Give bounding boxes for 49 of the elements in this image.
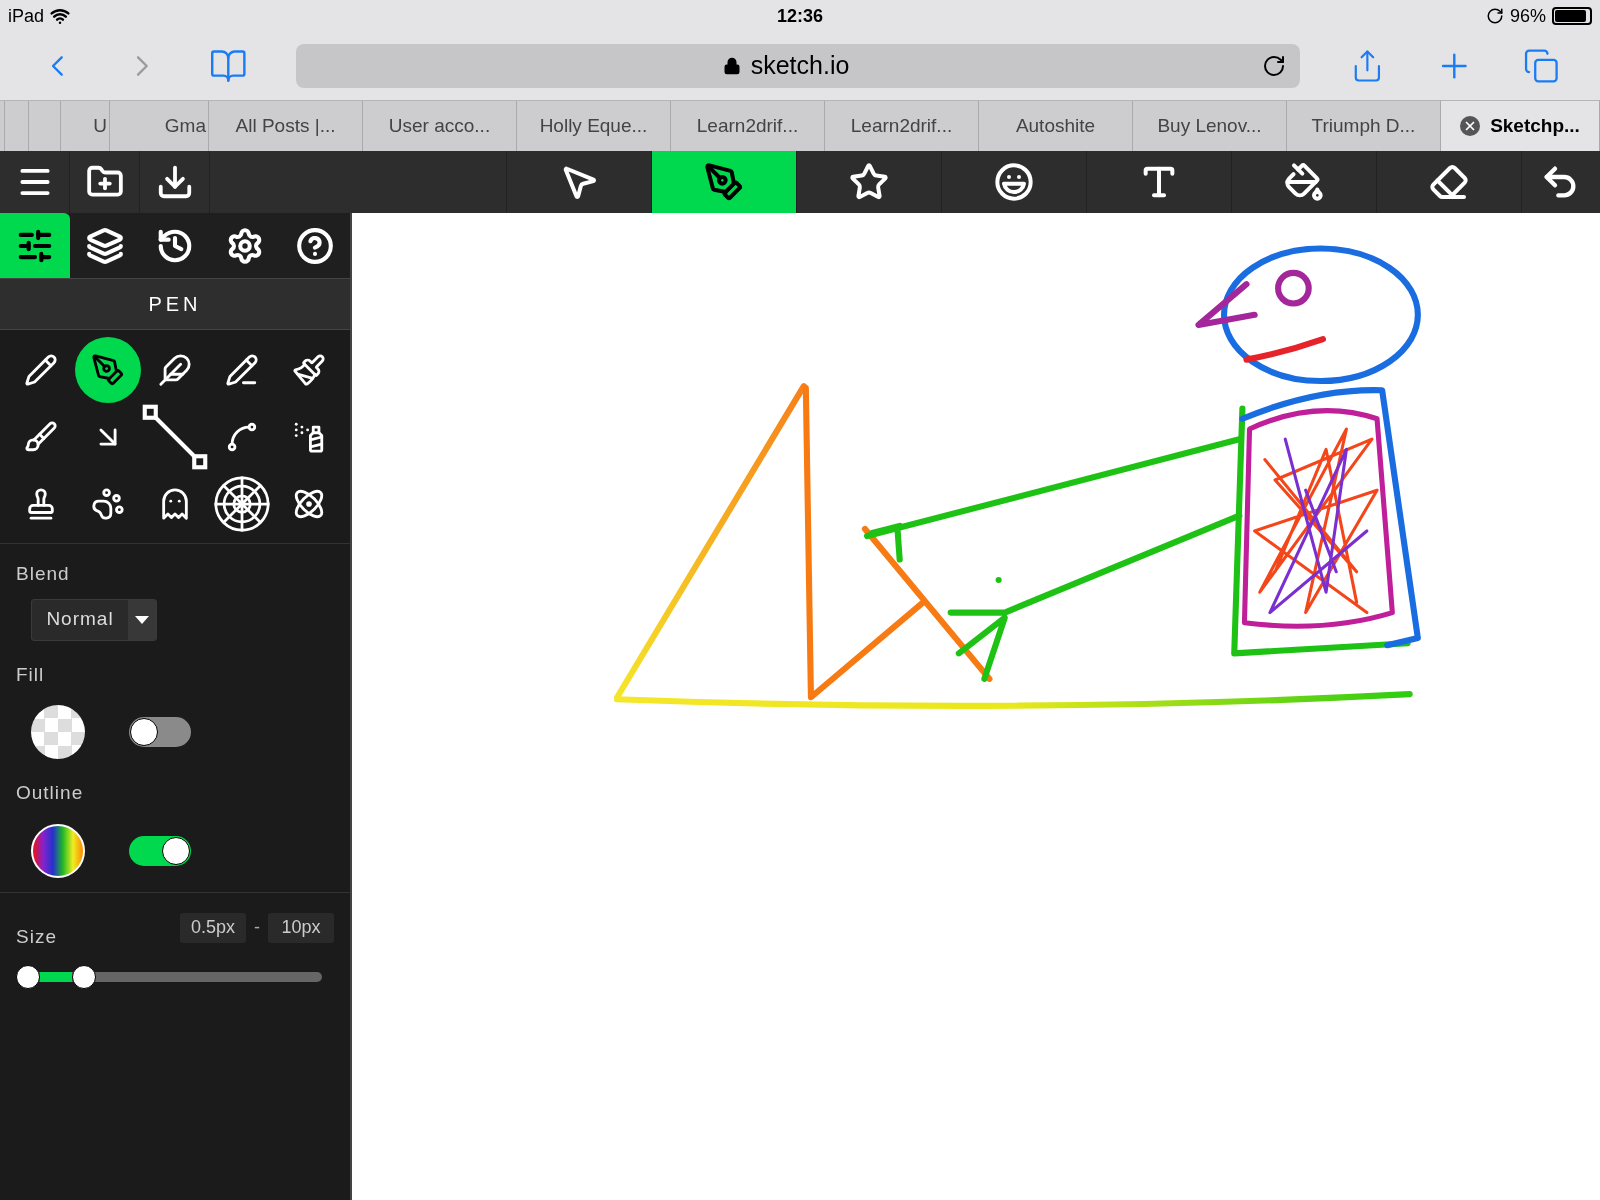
crayon-icon xyxy=(224,352,259,387)
wifi-icon xyxy=(50,6,71,26)
close-tab-icon[interactable] xyxy=(1460,116,1481,136)
clock: 12:36 xyxy=(776,4,823,28)
blend-dropdown[interactable]: Normal xyxy=(31,598,157,641)
browser-tab[interactable]: Sketchp... xyxy=(1441,101,1600,151)
size-range-fill xyxy=(40,972,72,982)
grin-face-icon xyxy=(994,162,1034,202)
settings-icon xyxy=(226,226,264,265)
pencil-icon xyxy=(24,352,59,387)
address-bar[interactable]: sketch.io xyxy=(296,44,1301,88)
help-icon xyxy=(296,226,334,265)
slider-thumb[interactable] xyxy=(71,965,96,989)
caret-icon xyxy=(135,615,149,624)
toggle-switch[interactable] xyxy=(129,835,191,866)
tool-button[interactable] xyxy=(652,151,797,213)
lock-icon xyxy=(722,57,741,75)
slider-thumb[interactable] xyxy=(16,965,40,989)
star-icon xyxy=(849,162,889,202)
rotation-lock-icon xyxy=(1485,7,1504,25)
toggle-switch[interactable] xyxy=(129,717,191,747)
layers-icon xyxy=(86,226,124,265)
rainbow-color-swatch[interactable] xyxy=(31,823,85,878)
fill-label: Fill xyxy=(16,662,46,687)
min-size-field[interactable]: 0.5px xyxy=(180,912,246,943)
reload-icon[interactable] xyxy=(1262,54,1287,78)
pen-icon xyxy=(704,162,744,202)
battery-icon xyxy=(1552,7,1592,25)
feather-icon xyxy=(158,352,192,387)
paintbrush-icon xyxy=(291,352,326,387)
battery-percent: 96% xyxy=(1509,4,1546,28)
max-size-field[interactable]: 10px xyxy=(268,912,334,943)
brush-option[interactable] xyxy=(142,403,208,470)
range-separator: - xyxy=(254,916,260,940)
pen-icon xyxy=(91,352,126,387)
panel-tab[interactable] xyxy=(0,213,70,278)
url-text: sketch.io xyxy=(750,50,850,82)
paw-icon xyxy=(91,486,126,521)
tabs-icon[interactable] xyxy=(1523,47,1560,85)
panel-header: PEN xyxy=(0,278,350,330)
device-name: iPad xyxy=(8,4,45,28)
size-label: Size xyxy=(16,924,57,949)
eraser-icon xyxy=(1429,162,1469,202)
transparent-color-swatch[interactable] xyxy=(31,705,85,759)
outline-label: Outline xyxy=(16,781,85,805)
blend-label: Blend xyxy=(16,562,71,586)
brush-icon xyxy=(24,419,59,454)
paint-bucket-icon xyxy=(1284,162,1324,202)
line-icon xyxy=(142,403,208,470)
